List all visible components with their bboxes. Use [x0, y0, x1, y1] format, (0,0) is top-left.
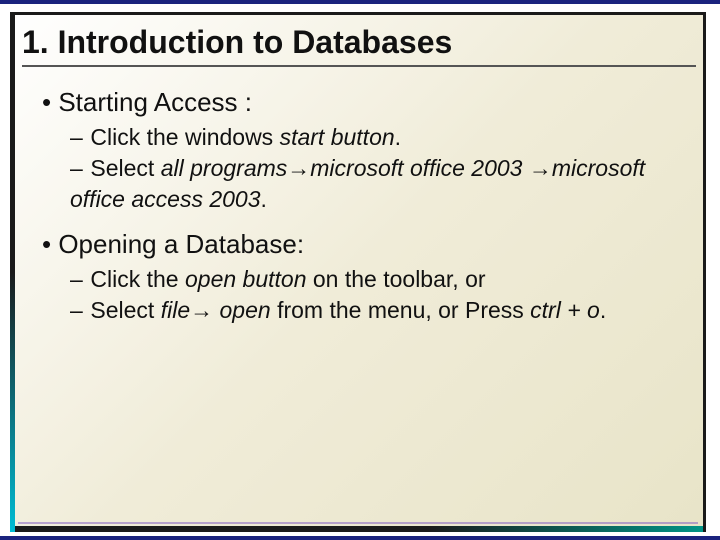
bullet-opening-database: Opening a Database: – Click the open but… — [42, 227, 696, 326]
text: on the toolbar, or — [307, 266, 486, 292]
slide-title: 1. Introduction to Databases — [22, 24, 696, 61]
text: Click the windows — [90, 124, 279, 150]
arrow-icon: → — [529, 155, 552, 181]
sublist: – Click the windows start button. – Sele… — [42, 122, 696, 215]
bullet-text: Opening a Database: — [58, 229, 304, 259]
text: Select — [90, 155, 160, 181]
border-right — [703, 12, 706, 532]
dash-icon: – — [70, 295, 84, 326]
bullet-list: Starting Access : – Click the windows st… — [22, 85, 696, 326]
italic-text: open — [220, 297, 271, 323]
content: 1. Introduction to Databases Starting Ac… — [22, 24, 696, 518]
text: Select — [90, 297, 160, 323]
arrow-icon: → — [190, 297, 213, 323]
border-left — [10, 12, 15, 532]
slide: 1. Introduction to Databases Starting Ac… — [0, 0, 720, 540]
sub-item: – Select file→ open from the menu, or Pr… — [70, 295, 696, 326]
bullet-starting-access: Starting Access : – Click the windows st… — [42, 85, 696, 215]
slide-frame: 1. Introduction to Databases Starting Ac… — [10, 12, 706, 532]
italic-text: file — [161, 297, 190, 323]
border-top — [10, 12, 706, 15]
text: . — [395, 124, 401, 150]
sub-item: – Click the windows start button. — [70, 122, 696, 153]
title-underline — [22, 65, 696, 67]
dash-icon: – — [70, 122, 84, 153]
dash-icon: – — [70, 264, 84, 295]
italic-text: start button — [280, 124, 395, 150]
accent-line — [18, 522, 698, 524]
sub-item: – Select all programs→microsoft office 2… — [70, 153, 696, 215]
border-bottom — [10, 526, 706, 532]
text: from the menu, or Press — [271, 297, 530, 323]
dash-icon: – — [70, 153, 84, 184]
italic-text: all programs — [161, 155, 288, 181]
sub-item: – Click the open button on the toolbar, … — [70, 264, 696, 295]
italic-text: microsoft office 2003 — [310, 155, 522, 181]
text: . — [261, 186, 267, 212]
sublist: – Click the open button on the toolbar, … — [42, 264, 696, 326]
italic-text: open button — [185, 266, 307, 292]
bullet-text: Starting Access : — [58, 87, 252, 117]
italic-text: ctrl + o — [530, 297, 600, 323]
text: . — [600, 297, 606, 323]
text: Click the — [90, 266, 185, 292]
arrow-icon: → — [287, 155, 310, 181]
